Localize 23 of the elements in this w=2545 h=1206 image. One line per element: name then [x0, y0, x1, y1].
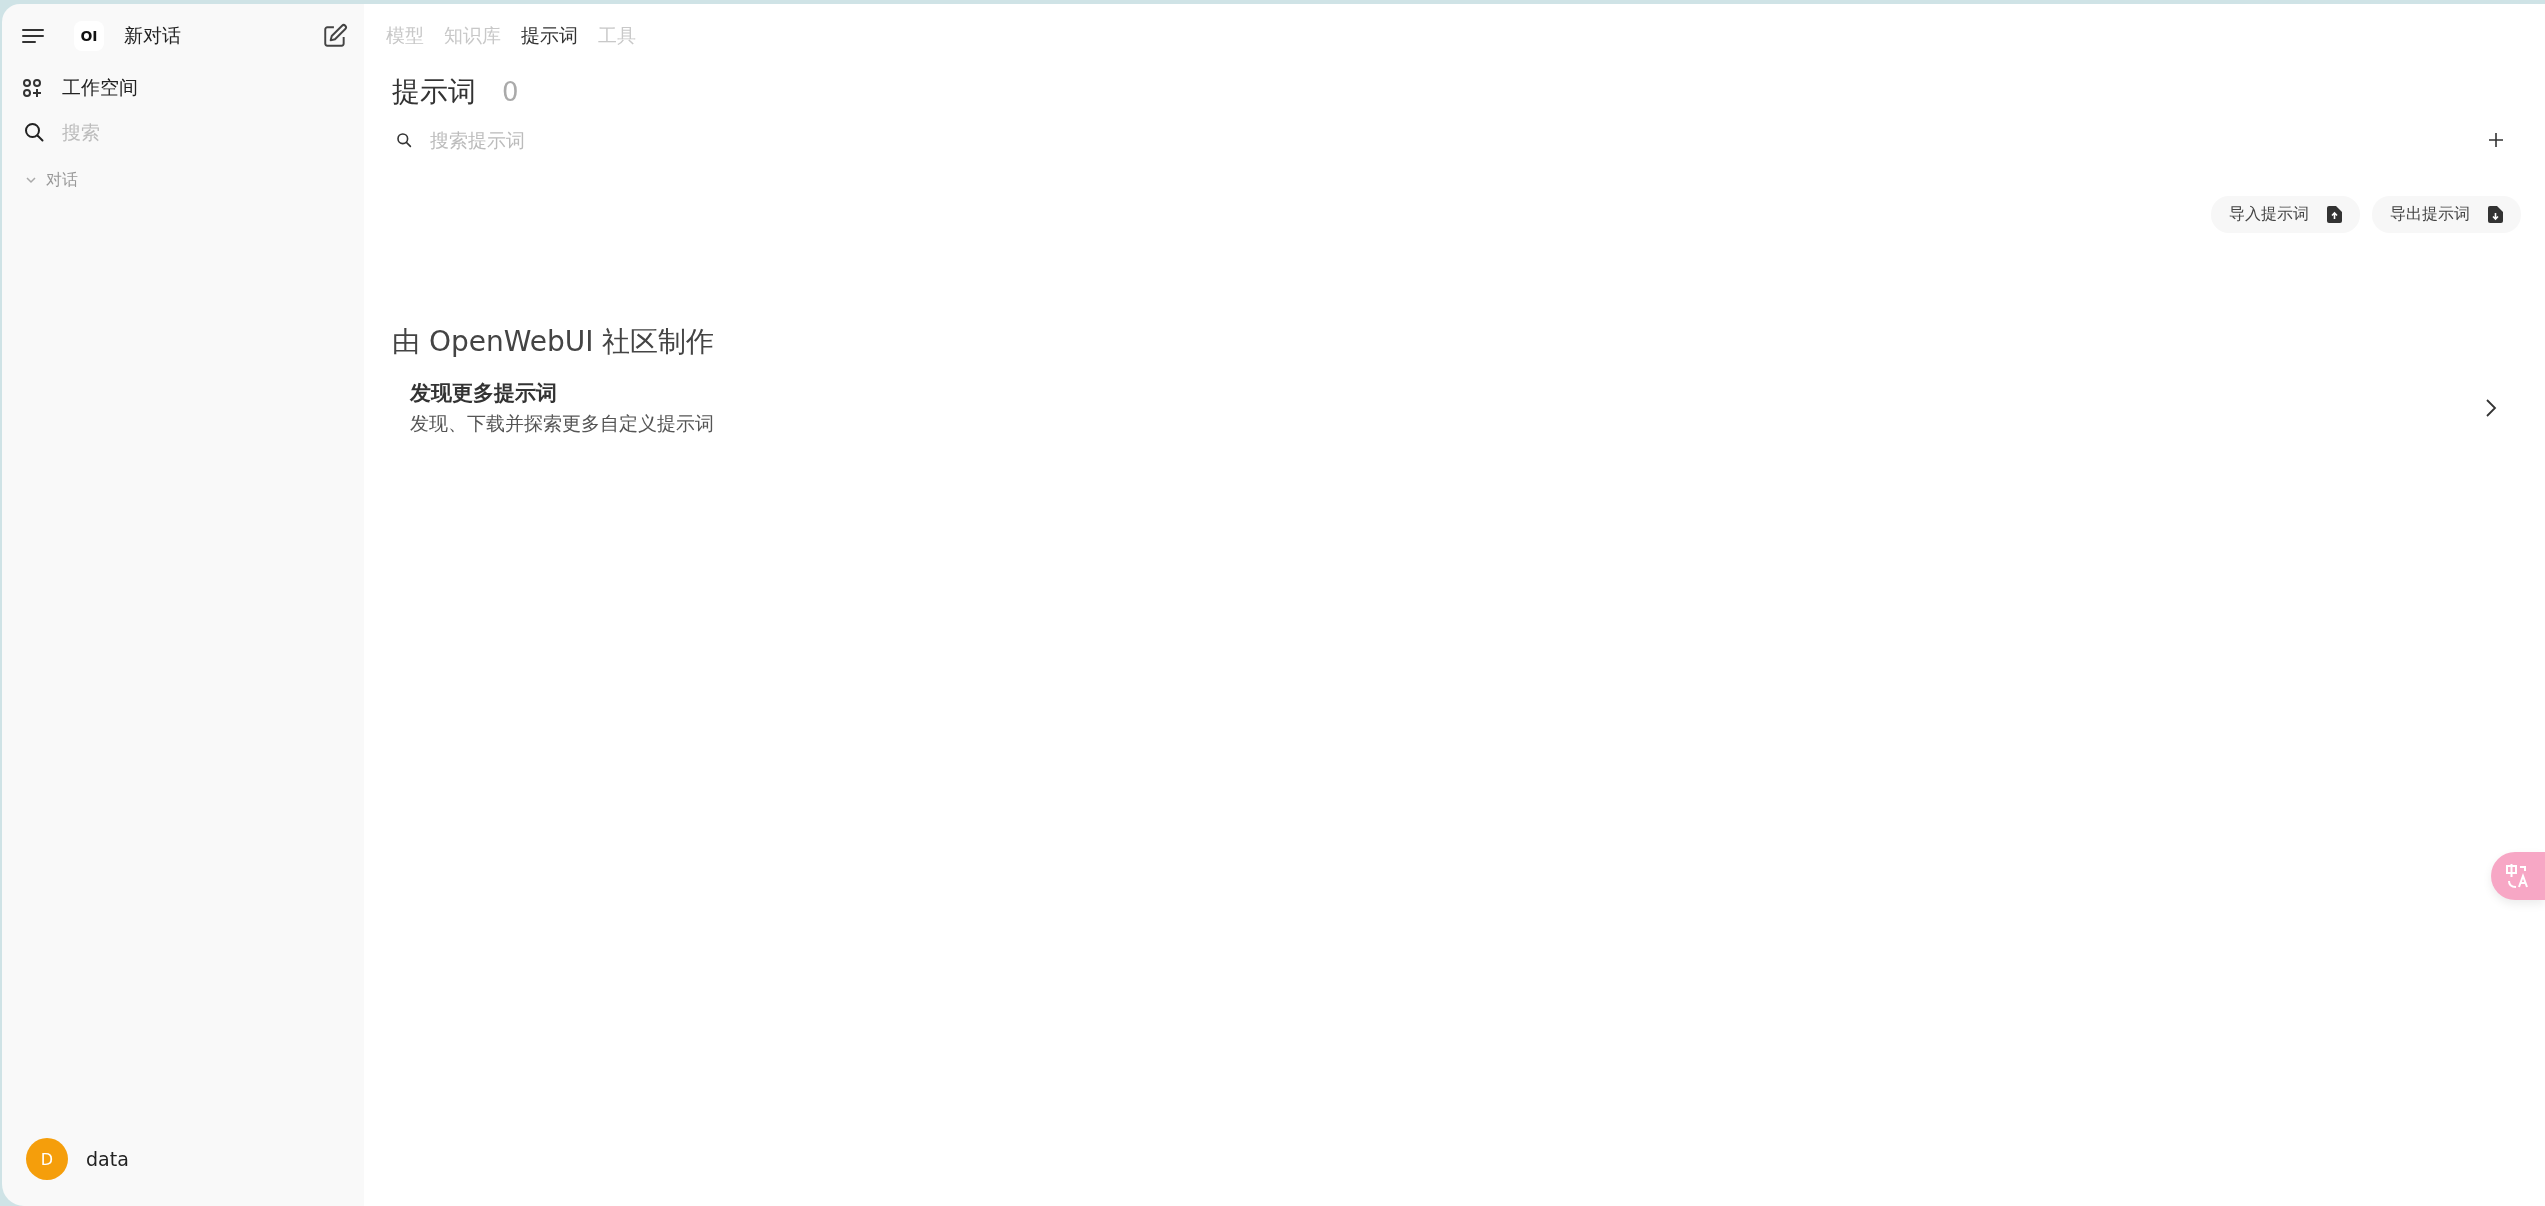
- logo: OI: [74, 21, 104, 51]
- search-icon: [396, 132, 412, 148]
- page-title: 提示词: [392, 74, 476, 110]
- workspace-item[interactable]: 工作空间: [2, 68, 360, 108]
- discover-link[interactable]: 发现更多提示词 发现、下载并探索更多自定义提示词: [392, 367, 2521, 449]
- import-button[interactable]: 导入提示词: [2211, 196, 2360, 233]
- export-button[interactable]: 导出提示词: [2372, 196, 2521, 233]
- user-profile[interactable]: D data: [2, 1138, 364, 1206]
- file-upload-icon: [2327, 206, 2342, 223]
- search-icon: [24, 122, 44, 142]
- count: 0: [502, 77, 519, 107]
- search-field[interactable]: 搜索: [62, 121, 312, 143]
- menu-icon[interactable]: [22, 28, 44, 44]
- add-icon[interactable]: [2487, 131, 2505, 149]
- tab[interactable]: 提示词: [521, 23, 578, 49]
- avatar: D: [26, 1138, 68, 1180]
- apps-icon: [22, 78, 42, 98]
- translate-icon: [2505, 863, 2531, 889]
- section-heading: 由 OpenWebUI 社区制作: [392, 324, 716, 360]
- edit-icon[interactable]: [322, 23, 348, 49]
- chevron-right-icon: [2485, 398, 2497, 418]
- new-chat-link[interactable]: 新对话: [124, 23, 322, 49]
- file-download-icon: [2488, 206, 2503, 223]
